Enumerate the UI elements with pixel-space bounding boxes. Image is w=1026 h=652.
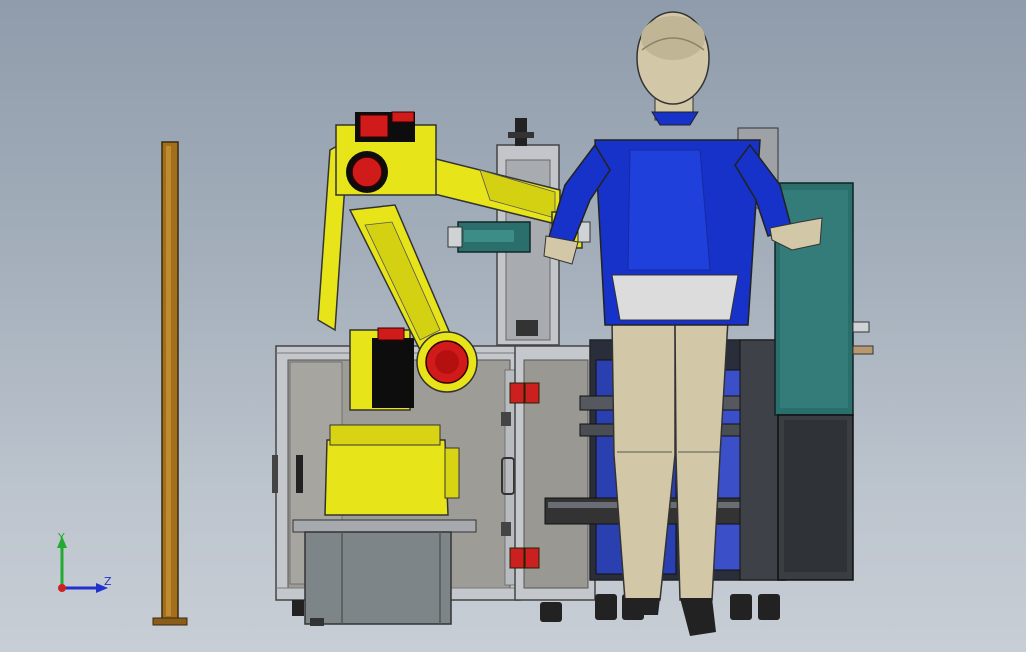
vertical-post[interactable] [152, 141, 188, 626]
coordinate-triad [57, 536, 108, 593]
x-axis-dot [58, 584, 66, 592]
y-axis-label: Y [58, 531, 65, 544]
machine-frame-middle[interactable] [501, 345, 596, 601]
cad-viewport[interactable]: Y Z [0, 0, 1026, 652]
z-axis-label: Z [104, 575, 112, 588]
teal-sensor[interactable] [447, 221, 531, 253]
robot-pedestal[interactable] [292, 519, 477, 626]
assembly-scene[interactable] [0, 0, 1026, 652]
